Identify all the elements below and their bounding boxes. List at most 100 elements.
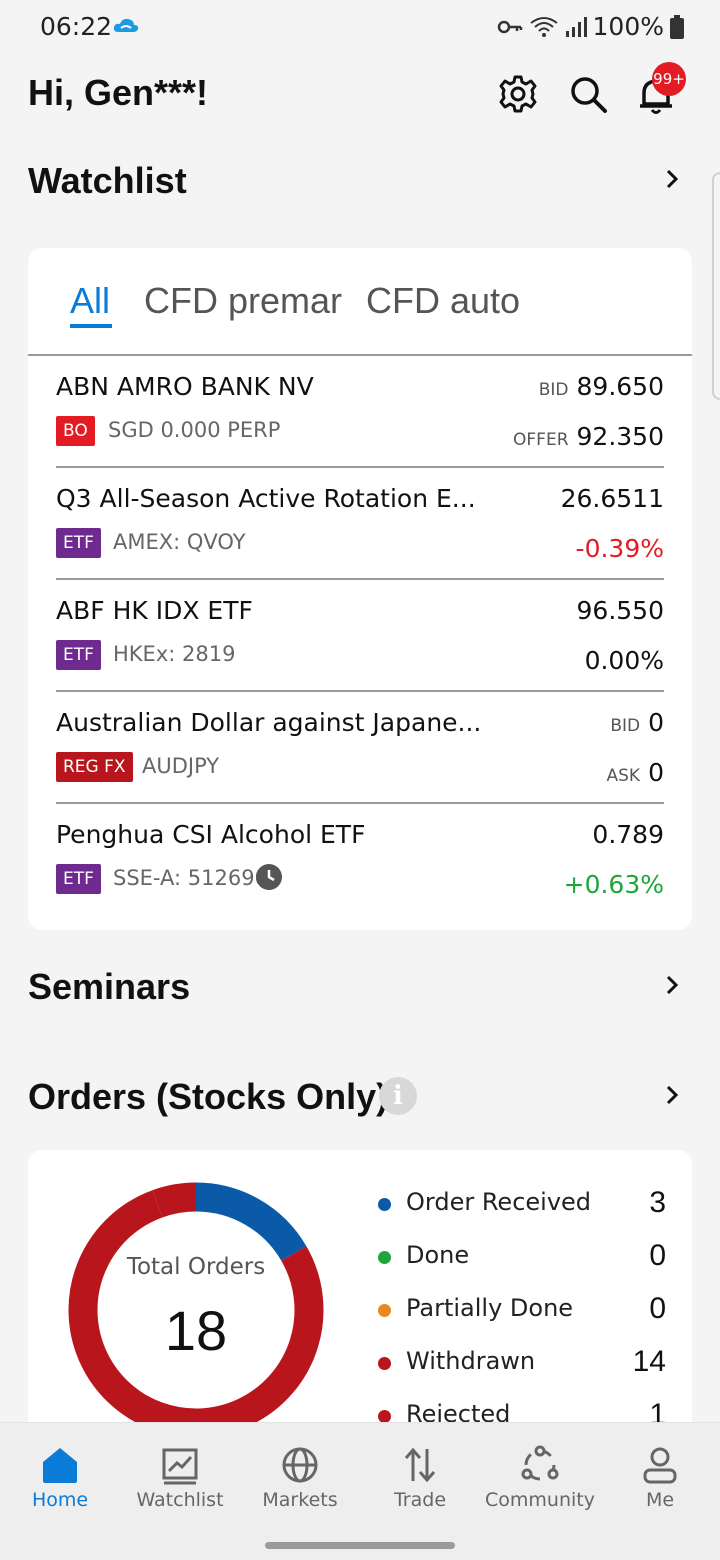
bid-value: 0 xyxy=(648,708,664,737)
clock-icon xyxy=(256,864,282,890)
change-percent: +0.63% xyxy=(563,870,664,899)
globe-icon xyxy=(282,1447,318,1483)
community-icon xyxy=(521,1445,559,1481)
key-icon xyxy=(497,20,522,33)
instrument-sub: SGD 0.000 PERP xyxy=(108,418,281,442)
watchlist-row[interactable]: Q3 All-Season Active Rotation E... ETF A… xyxy=(56,468,664,580)
nav-label: Watchlist xyxy=(136,1489,224,1511)
watchlist-row[interactable]: ABF HK IDX ETF ETF HKEx: 2819 96.550 0.0… xyxy=(56,580,664,692)
total-orders-value: 18 xyxy=(164,1299,228,1362)
swap-arrows-icon xyxy=(404,1447,436,1483)
instrument-tag: REG FX xyxy=(56,752,133,782)
nav-home[interactable]: Home xyxy=(0,1423,120,1533)
last-price: 96.550 xyxy=(576,596,664,625)
bid-label: BID xyxy=(610,716,641,736)
status-bar: 06:22 100% xyxy=(0,0,720,54)
nav-watchlist[interactable]: Watchlist xyxy=(120,1423,240,1533)
nav-label: Home xyxy=(31,1489,89,1511)
nav-me[interactable]: Me xyxy=(600,1423,720,1533)
notification-badge: 99+ xyxy=(652,62,686,96)
status-time: 06:22 xyxy=(40,12,113,41)
legend-item: Order Received 3 xyxy=(378,1186,666,1226)
instrument-sub: SSE-A: 512690 xyxy=(113,866,268,890)
change-percent: -0.39% xyxy=(575,534,664,563)
change-percent: 0.00% xyxy=(584,646,664,675)
quote-line-1: BID 0 xyxy=(610,708,664,737)
quote-line-2: OFFER 92.350 xyxy=(513,422,664,451)
nav-label: Community xyxy=(485,1489,595,1511)
watchlist-tabs: All CFD premar CFD auto xyxy=(28,248,692,356)
instrument-tag: BO xyxy=(56,416,95,446)
chevron-right-icon[interactable] xyxy=(660,1083,684,1107)
instrument-tag: ETF xyxy=(56,640,101,670)
battery-icon xyxy=(670,14,684,39)
tab-cfd-auto[interactable]: CFD auto xyxy=(366,280,520,322)
chart-icon xyxy=(162,1448,198,1485)
legend-label: Done xyxy=(406,1241,470,1269)
greeting: Hi, Gen***! xyxy=(28,72,209,113)
gear-icon[interactable] xyxy=(496,72,540,116)
cloud-icon xyxy=(113,18,139,32)
bid-value: 89.650 xyxy=(576,372,664,401)
person-icon xyxy=(643,1447,677,1484)
instrument-sub: HKEx: 2819 xyxy=(113,642,236,666)
nav-label: Markets xyxy=(262,1489,338,1511)
ask-value: 0 xyxy=(648,758,664,787)
search-icon[interactable] xyxy=(566,72,610,116)
scroll-indicator xyxy=(712,172,720,400)
donut-slice-rejected xyxy=(152,1182,197,1218)
legend-label: Withdrawn xyxy=(406,1347,536,1375)
chevron-right-icon[interactable] xyxy=(660,167,684,191)
home-indicator xyxy=(265,1542,455,1549)
offer-value: 92.350 xyxy=(576,422,664,451)
info-icon[interactable]: i xyxy=(379,1077,417,1115)
nav-label: Me xyxy=(645,1489,675,1511)
instrument-name: ABF HK IDX ETF xyxy=(56,596,253,625)
instrument-name: ABN AMRO BANK NV xyxy=(56,372,314,401)
watchlist-row[interactable]: ABN AMRO BANK NV BO SGD 0.000 PERP BID 89… xyxy=(56,356,664,468)
legend-dot xyxy=(378,1357,391,1370)
legend-dot xyxy=(378,1304,391,1317)
wifi-icon xyxy=(529,16,558,37)
tab-active-underline xyxy=(70,324,112,328)
legend-item: Withdrawn 14 xyxy=(378,1345,666,1385)
watchlist-row[interactable]: Australian Dollar against Japane... REG … xyxy=(56,692,664,804)
nav-trade[interactable]: Trade xyxy=(360,1423,480,1533)
instrument-tag: ETF xyxy=(56,528,101,558)
quote-line-2: ASK 0 xyxy=(607,758,664,787)
seminars-title: Seminars xyxy=(28,966,191,1007)
legend-count: 0 xyxy=(649,1292,666,1325)
ask-label: ASK xyxy=(606,766,641,786)
instrument-sub: AUDJPY xyxy=(142,754,220,778)
watchlist-row[interactable]: Penghua CSI Alcohol ETF ETF SSE-A: 51269… xyxy=(56,804,664,916)
total-orders-label: Total Orders xyxy=(126,1254,266,1280)
status-icons: 100% xyxy=(497,12,684,41)
watchlist-card: All CFD premar CFD auto ABN AMRO BANK NV… xyxy=(28,248,692,930)
quote-line-1: BID 89.650 xyxy=(539,372,664,401)
tab-all[interactable]: All xyxy=(70,280,110,322)
legend-item: Partially Done 0 xyxy=(378,1292,666,1332)
bid-label: BID xyxy=(538,380,569,400)
instrument-tag: ETF xyxy=(56,864,101,894)
legend-count: 14 xyxy=(632,1345,666,1378)
bottom-nav: Home Watchlist Markets Trade Community M… xyxy=(0,1422,720,1560)
instrument-sub: AMEX: QVOY xyxy=(113,530,246,554)
legend-dot xyxy=(378,1198,391,1211)
legend-count: 0 xyxy=(649,1239,666,1272)
chevron-right-icon[interactable] xyxy=(660,973,684,997)
tab-cfd-premar[interactable]: CFD premar xyxy=(144,280,342,322)
last-price: 0.789 xyxy=(592,820,664,849)
nav-label: Trade xyxy=(393,1489,447,1511)
offer-label: OFFER xyxy=(513,430,569,450)
home-icon xyxy=(43,1448,77,1483)
instrument-name: Q3 All-Season Active Rotation E... xyxy=(56,484,476,513)
instrument-name: Penghua CSI Alcohol ETF xyxy=(56,820,366,849)
nav-markets[interactable]: Markets xyxy=(240,1423,360,1533)
legend-dot xyxy=(378,1251,391,1264)
orders-card: Total Orders 18 Order Received 3 Done 0 … xyxy=(28,1150,692,1450)
legend-label: Order Received xyxy=(406,1188,592,1216)
donut-slice-order-received xyxy=(195,1182,307,1262)
nav-community[interactable]: Community xyxy=(480,1423,600,1533)
legend-count: 3 xyxy=(649,1186,666,1219)
battery-percent: 100% xyxy=(592,12,664,41)
